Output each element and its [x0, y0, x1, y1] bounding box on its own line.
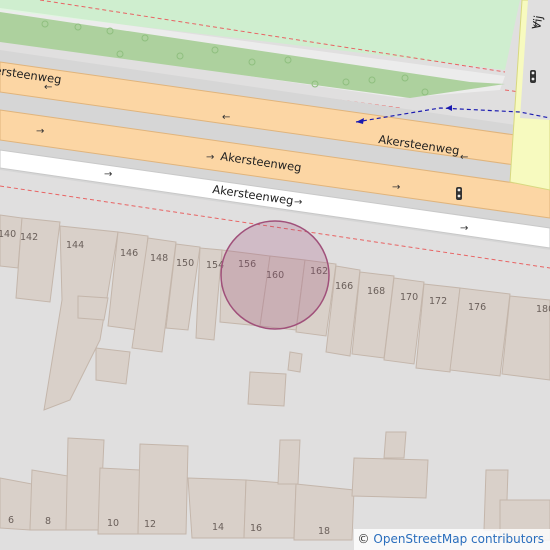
traffic-light-icon-2 — [530, 70, 536, 83]
house-number: 180 — [536, 304, 550, 315]
location-marker[interactable] — [220, 220, 330, 330]
street-label-corner: Vij — [529, 14, 545, 30]
map-view[interactable]: ← ← ← → → → → → → ← Akersteenweg Akerste… — [0, 0, 550, 550]
house-number: 8 — [45, 516, 51, 527]
house-number: 144 — [66, 240, 84, 251]
svg-text:→: → — [294, 197, 302, 208]
svg-text:←: ← — [222, 112, 230, 123]
house-number: 168 — [367, 286, 385, 297]
svg-text:→: → — [392, 182, 400, 193]
house-number: 18 — [318, 526, 330, 537]
house-number: 176 — [468, 302, 486, 313]
svg-text:→: → — [104, 169, 112, 180]
svg-text:←: ← — [460, 152, 468, 163]
house-number: 16 — [250, 523, 262, 534]
house-number: 6 — [8, 515, 14, 526]
svg-text:→: → — [460, 223, 468, 234]
house-number: 146 — [120, 248, 138, 259]
house-number: 150 — [176, 258, 194, 269]
house-number: 140 — [0, 229, 16, 240]
map-attribution: © OpenStreetMap contributors — [353, 529, 550, 550]
house-number: 14 — [212, 522, 224, 533]
copyright-symbol: © — [357, 532, 370, 546]
house-number: 148 — [150, 253, 168, 264]
attribution-link[interactable]: OpenStreetMap contributors — [373, 532, 544, 546]
house-number: 12 — [144, 519, 156, 530]
house-number: 10 — [107, 518, 119, 529]
svg-text:→: → — [206, 152, 214, 163]
svg-text:→: → — [36, 126, 44, 137]
house-number: 142 — [20, 232, 38, 243]
map-canvas: ← ← ← → → → → → → ← Akersteenweg Akerste… — [0, 0, 550, 550]
house-number: 166 — [335, 281, 353, 292]
house-number: 170 — [400, 292, 418, 303]
traffic-light-icon — [456, 187, 462, 200]
house-number: 172 — [429, 296, 447, 307]
